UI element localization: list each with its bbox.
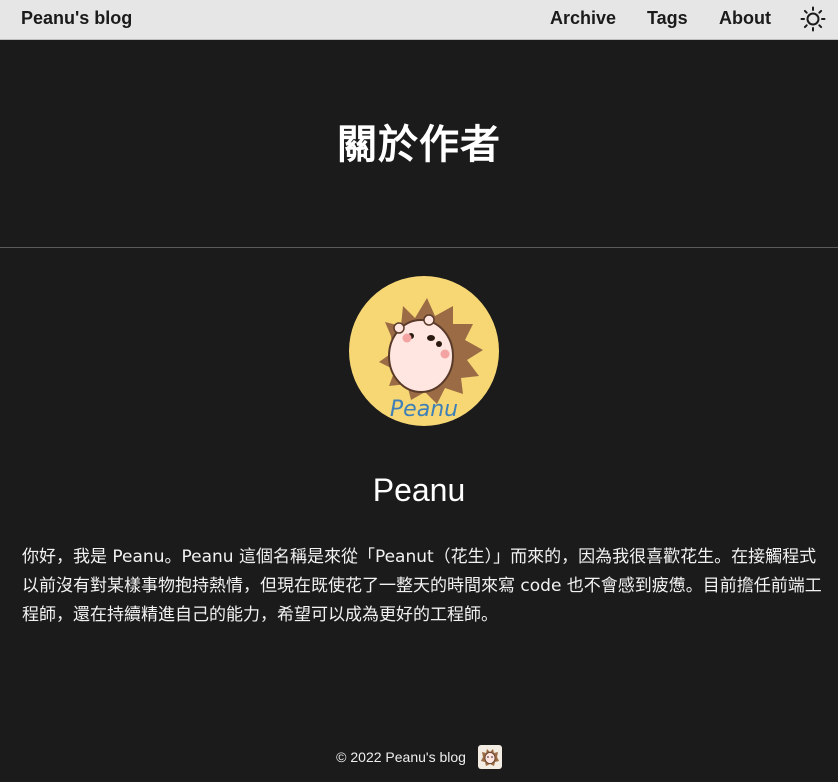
svg-text:Peanu: Peanu [390, 397, 458, 422]
author-name: Peanu [372, 472, 466, 508]
hedgehog-logo-icon [477, 745, 502, 769]
theme-toggle-button[interactable] [800, 6, 826, 32]
page-title: 關於作者 [337, 123, 501, 167]
brand-link[interactable]: Peanu's blog [21, 8, 132, 29]
footer-logo [477, 745, 502, 769]
author-bio: 你好，我是 Peanu。Peanu 這個名稱是來從「Peanut（花生）」而來的… [22, 547, 822, 625]
nav-link-archive[interactable]: Archive [550, 8, 616, 29]
hedgehog-avatar-icon: Peanu [349, 276, 499, 426]
nav-link-tags[interactable]: Tags [647, 8, 688, 29]
footer-copyright: © 2022 Peanu's blog [336, 749, 466, 765]
navbar: Peanu's blog Archive Tags About [0, 0, 838, 40]
section-divider [0, 247, 838, 248]
author-avatar: Peanu [349, 276, 499, 426]
nav-link-about[interactable]: About [719, 8, 771, 29]
sun-icon [800, 6, 826, 32]
footer: © 2022 Peanu's blog [0, 745, 838, 769]
